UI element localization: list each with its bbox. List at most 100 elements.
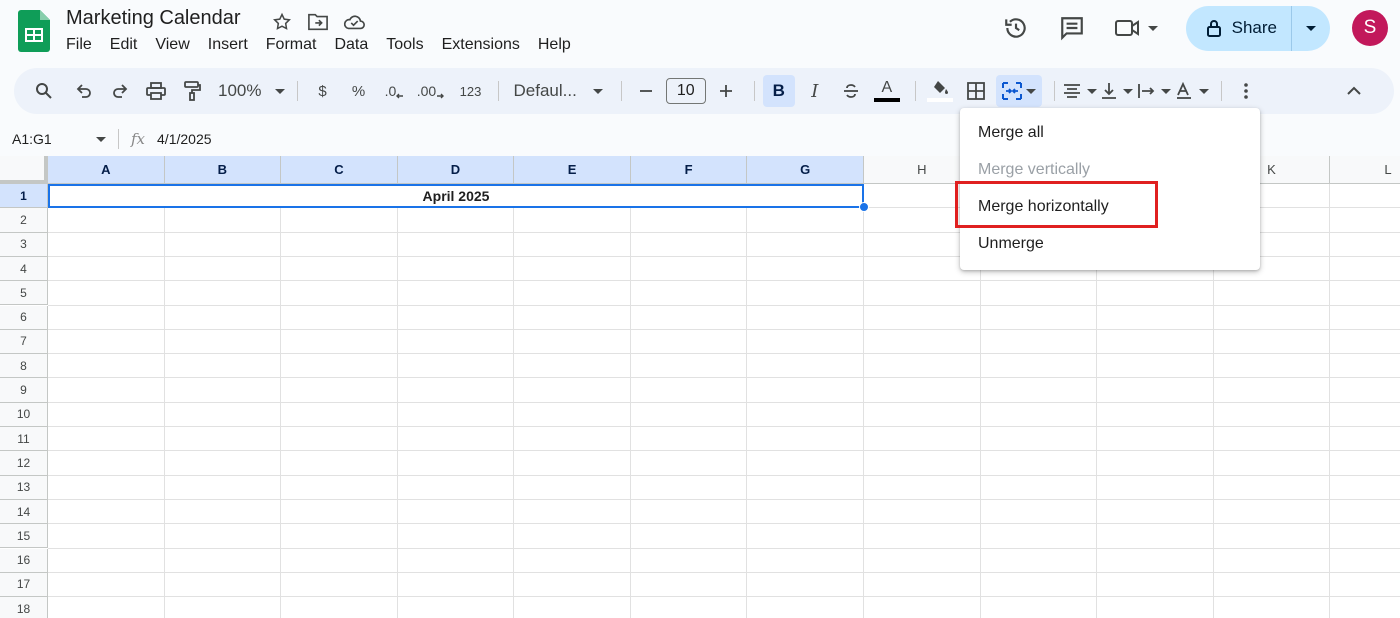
column-header[interactable]: G xyxy=(747,156,864,184)
column-header[interactable]: E xyxy=(514,156,631,184)
name-box[interactable]: A1:G1 xyxy=(0,131,118,147)
column-header[interactable]: L xyxy=(1330,156,1400,184)
toolbar-divider xyxy=(498,81,500,101)
comments-icon[interactable] xyxy=(1052,8,1092,48)
italic-button[interactable]: I xyxy=(799,75,831,107)
text-color-button[interactable]: A xyxy=(871,75,903,107)
menu-data[interactable]: Data xyxy=(334,36,376,54)
avatar[interactable]: S xyxy=(1352,10,1388,46)
column-header[interactable]: C xyxy=(281,156,398,184)
redo-icon[interactable] xyxy=(104,75,136,107)
decrease-font-size-button[interactable] xyxy=(630,75,662,107)
unmerge-option[interactable]: Unmerge xyxy=(960,225,1260,262)
menu-insert[interactable]: Insert xyxy=(208,36,256,54)
chevron-down-icon xyxy=(1025,88,1036,94)
print-icon[interactable] xyxy=(140,75,172,107)
chevron-down-icon xyxy=(592,88,603,94)
menu-extensions[interactable]: Extensions xyxy=(442,36,528,54)
font-name: Defaul... xyxy=(513,81,577,100)
column-header[interactable]: F xyxy=(630,156,748,184)
undo-icon[interactable] xyxy=(68,75,100,107)
move-folder-icon[interactable] xyxy=(306,10,330,34)
font-select[interactable]: Defaul... xyxy=(507,75,608,107)
document-title[interactable]: Marketing Calendar xyxy=(66,7,241,30)
share-dropdown-button[interactable] xyxy=(1292,6,1330,51)
sheets-logo-icon[interactable] xyxy=(18,10,50,52)
collapse-toolbar-icon[interactable] xyxy=(1338,75,1370,107)
grid-row-line xyxy=(48,328,1400,330)
chevron-down-icon xyxy=(1122,88,1133,94)
bold-button[interactable]: B xyxy=(762,75,795,107)
increase-decimal-button[interactable]: .00 xyxy=(414,75,446,107)
row-header[interactable]: 11 xyxy=(0,427,48,452)
menu-edit[interactable]: Edit xyxy=(110,36,146,54)
column-header[interactable]: A xyxy=(48,156,165,184)
share-button[interactable]: Share xyxy=(1186,5,1292,51)
column-header[interactable]: B xyxy=(164,156,282,184)
grid-row-line xyxy=(48,523,1400,525)
select-all-corner[interactable] xyxy=(0,156,48,184)
strikethrough-icon[interactable] xyxy=(835,75,867,107)
row-header[interactable]: 15 xyxy=(0,524,48,549)
merge-all-option[interactable]: Merge all xyxy=(960,114,1260,151)
row-header[interactable]: 14 xyxy=(0,499,48,525)
row-header[interactable]: 9 xyxy=(0,378,48,403)
row-header[interactable]: 12 xyxy=(0,451,48,476)
borders-icon[interactable] xyxy=(960,75,992,107)
increase-font-size-button[interactable] xyxy=(710,75,742,107)
grid-row-line xyxy=(48,304,1400,306)
formula-input[interactable]: 4/1/2025 xyxy=(157,131,212,147)
row-header[interactable]: 17 xyxy=(0,572,48,598)
meet-video-icon[interactable] xyxy=(1108,8,1164,48)
chevron-down-icon xyxy=(1160,88,1171,94)
search-menus-icon[interactable] xyxy=(28,75,60,107)
more-options-icon[interactable] xyxy=(1230,75,1262,107)
merged-cell-a1-g1[interactable]: April 2025 xyxy=(48,184,864,208)
menu-help[interactable]: Help xyxy=(538,36,579,54)
row-header[interactable]: 4 xyxy=(0,256,48,282)
menu-format[interactable]: Format xyxy=(266,36,325,54)
decrease-decimal-button[interactable]: .0 xyxy=(378,75,410,107)
grid-row-line xyxy=(48,401,1400,403)
currency-format-button[interactable]: $ xyxy=(306,75,338,107)
text-rotation-icon[interactable] xyxy=(1175,75,1209,107)
text-wrapping-icon[interactable] xyxy=(1137,75,1171,107)
menu-tools[interactable]: Tools xyxy=(386,36,431,54)
row-header[interactable]: 10 xyxy=(0,402,48,427)
grid-row-line xyxy=(48,353,1400,355)
number-format-button[interactable]: 123 xyxy=(454,75,486,107)
font-size-input[interactable]: 10 xyxy=(665,78,706,104)
paint-format-icon[interactable] xyxy=(176,75,208,107)
grid-row-line xyxy=(48,280,1400,282)
menu-view[interactable]: View xyxy=(155,36,197,54)
cloud-saved-icon[interactable] xyxy=(342,10,366,34)
percent-format-button[interactable]: % xyxy=(342,75,374,107)
toolbar-divider xyxy=(1220,81,1222,101)
vertical-align-icon[interactable] xyxy=(1101,75,1133,107)
merge-cells-button[interactable] xyxy=(995,75,1042,107)
fill-color-icon[interactable] xyxy=(924,75,956,107)
decrease-decimal-label: .0 xyxy=(384,83,397,99)
row-header[interactable]: 5 xyxy=(0,281,48,306)
menu-bar: File Edit View Insert Format Data Tools … xyxy=(66,36,589,54)
row-header[interactable]: 18 xyxy=(0,597,48,618)
column-header[interactable]: D xyxy=(397,156,515,184)
version-history-icon[interactable] xyxy=(996,8,1036,48)
row-header[interactable]: 13 xyxy=(0,475,48,500)
row-header[interactable]: 8 xyxy=(0,354,48,379)
row-header[interactable]: 16 xyxy=(0,548,48,573)
zoom-select[interactable]: 100% xyxy=(218,75,286,107)
toolbar-divider xyxy=(914,81,916,101)
row-header[interactable]: 7 xyxy=(0,329,48,355)
row-header[interactable]: 3 xyxy=(0,232,48,257)
selection-fill-handle[interactable] xyxy=(859,202,869,212)
row-header[interactable]: 2 xyxy=(0,208,48,233)
menu-file[interactable]: File xyxy=(66,36,100,54)
horizontal-align-icon[interactable] xyxy=(1063,75,1097,107)
chevron-down-icon xyxy=(1147,25,1158,31)
highlight-annotation xyxy=(955,181,1158,228)
star-icon[interactable] xyxy=(270,10,294,34)
toolbar-divider xyxy=(297,81,299,101)
row-header[interactable]: 1 xyxy=(0,184,48,209)
row-header[interactable]: 6 xyxy=(0,305,48,330)
